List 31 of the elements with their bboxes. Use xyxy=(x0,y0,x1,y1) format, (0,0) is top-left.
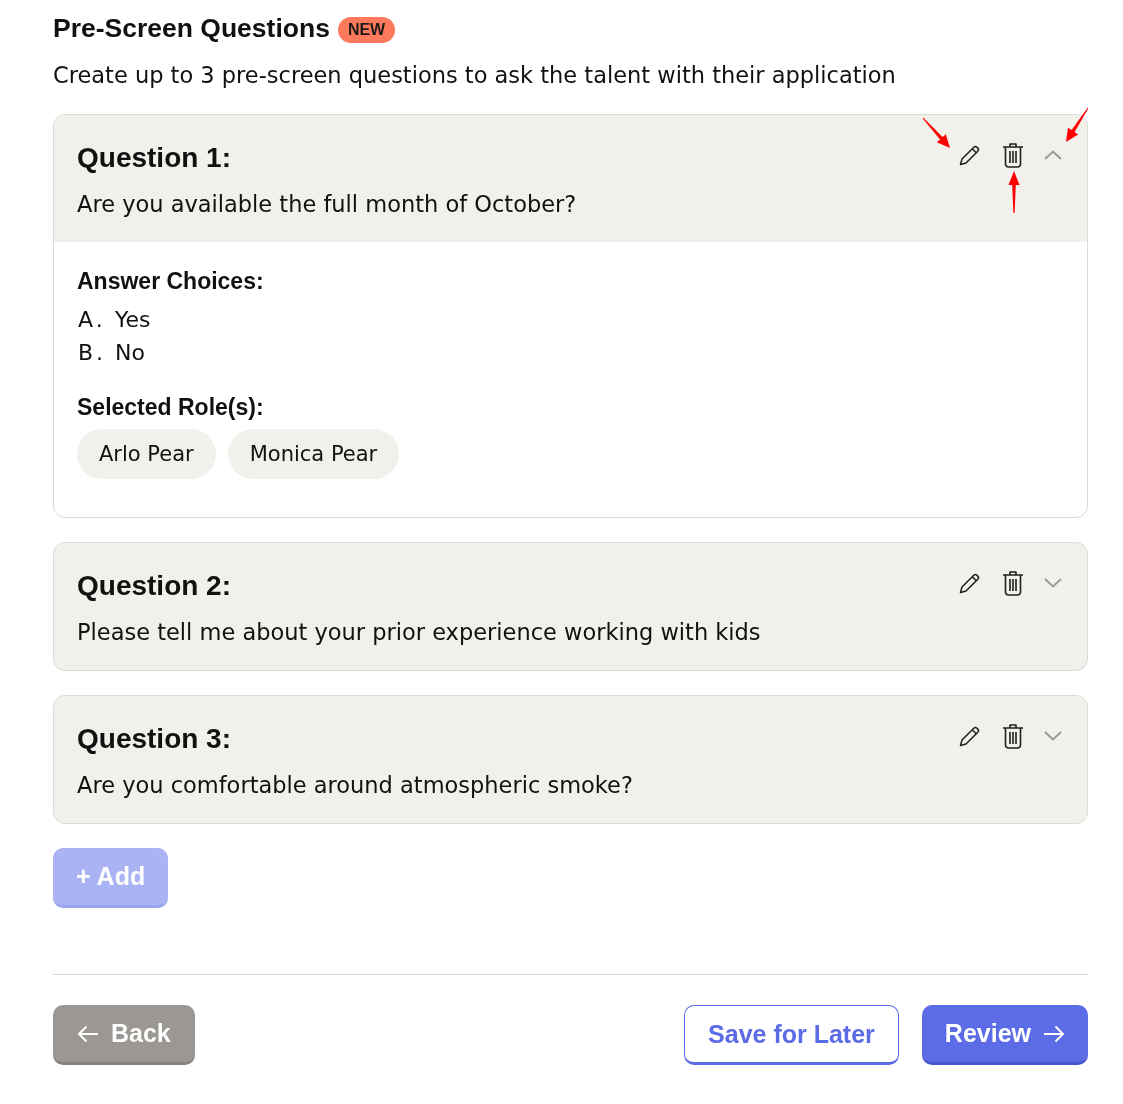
question-title: Question 2: xyxy=(77,569,232,603)
role-chip: Monica Pear xyxy=(227,429,400,479)
question-text: Are you available the full month of October? xyxy=(77,190,577,218)
trash-icon xyxy=(1002,723,1024,749)
new-badge: NEW xyxy=(337,16,396,43)
selected-roles-heading: Selected Role(s): xyxy=(77,393,265,421)
choice-text: Yes xyxy=(115,306,151,334)
question-title: Question 3: xyxy=(77,722,232,756)
arrow-right-icon xyxy=(1043,1024,1065,1043)
save-for-later-button[interactable]: Save for Later xyxy=(684,1005,899,1065)
trash-icon xyxy=(1002,142,1024,168)
review-button[interactable]: Review xyxy=(921,1005,1088,1065)
choice-letter: B. xyxy=(77,339,108,367)
pencil-icon xyxy=(958,724,982,748)
chevron-up-icon xyxy=(1044,150,1062,160)
back-button[interactable]: Back xyxy=(53,1005,195,1065)
arrow-left-icon xyxy=(77,1024,99,1043)
chevron-down-icon xyxy=(1044,578,1062,588)
question-title: Question 1: xyxy=(77,141,232,175)
pencil-icon xyxy=(958,143,982,167)
pencil-icon xyxy=(958,571,982,595)
choice-text: No xyxy=(115,339,145,367)
section-title: Pre-Screen Questions xyxy=(53,13,330,43)
choice-letter: A. xyxy=(77,306,107,334)
question-text: Are you comfortable around atmospheric smoke? xyxy=(77,771,633,799)
answer-choices-heading: Answer Choices: xyxy=(77,267,265,295)
role-chip: Arlo Pear xyxy=(77,429,216,479)
question-text: Please tell me about your prior experience working with kids xyxy=(77,618,761,646)
trash-icon xyxy=(1002,570,1024,596)
chevron-down-icon xyxy=(1044,731,1062,741)
section-description: Create up to 3 pre-screen questions to ask the talent with their application xyxy=(53,61,897,90)
